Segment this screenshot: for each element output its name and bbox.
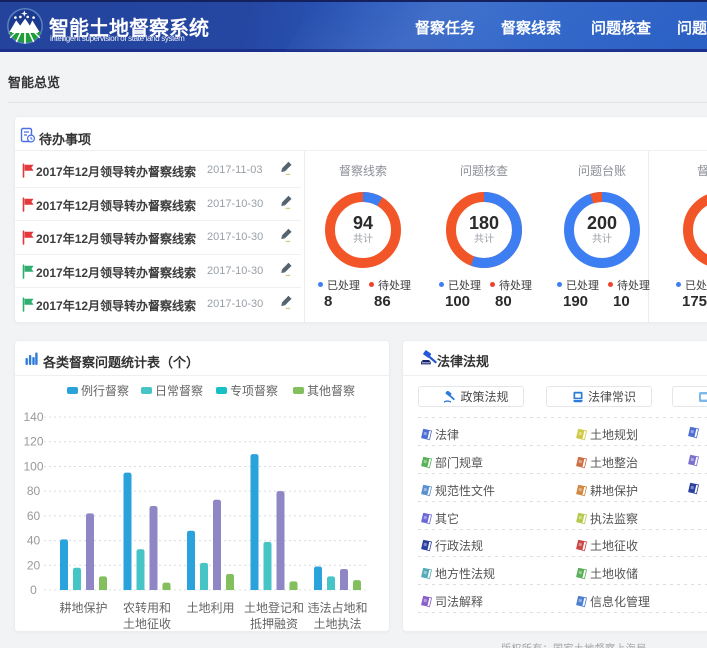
svg-text:专项督察: 专项督察 [230, 383, 278, 398]
svg-text:20: 20 [27, 558, 41, 572]
svg-text:60: 60 [27, 509, 41, 523]
svg-text:40: 40 [27, 534, 41, 548]
svg-text:例行督察: 例行督察 [81, 383, 129, 398]
svg-text:其他督察: 其他督察 [307, 383, 355, 398]
svg-text:耕地保护: 耕地保护 [59, 600, 107, 615]
svg-text:80: 80 [27, 484, 41, 498]
svg-text:土地登记和: 土地登记和 [244, 600, 304, 615]
svg-text:140: 140 [23, 410, 43, 424]
svg-text:120: 120 [23, 435, 43, 449]
svg-text:日常督察: 日常督察 [155, 383, 203, 398]
svg-text:违法占地和: 违法占地和 [307, 600, 367, 615]
svg-text:土地征收: 土地征收 [123, 617, 171, 630]
svg-text:土地利用: 土地利用 [186, 601, 234, 615]
svg-text:土地执法: 土地执法 [313, 617, 361, 630]
svg-text:农转用和: 农转用和 [123, 600, 171, 615]
svg-text:100: 100 [23, 459, 43, 473]
svg-text:抵押融资: 抵押融资 [250, 617, 298, 630]
svg-text:0: 0 [30, 583, 37, 597]
